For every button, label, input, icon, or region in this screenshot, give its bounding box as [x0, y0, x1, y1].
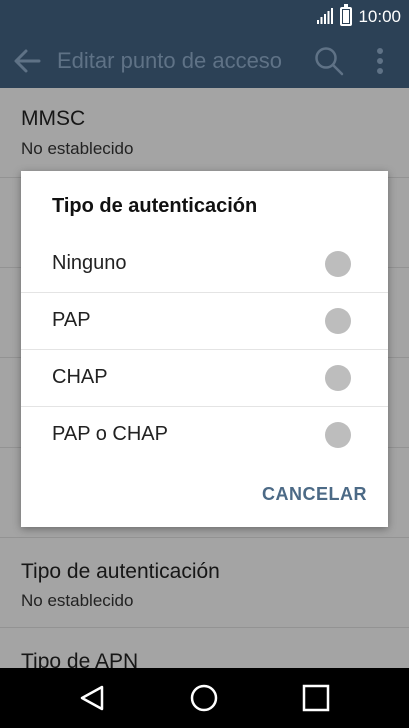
- option-chap[interactable]: CHAP: [21, 350, 388, 407]
- status-time: 10:00: [358, 7, 401, 26]
- home-circle-icon[interactable]: [188, 682, 220, 714]
- status-bar: 10:00: [0, 0, 409, 34]
- radio-button-icon[interactable]: [325, 422, 351, 448]
- auth-type-dialog: Tipo de autenticación Ninguno PAP CHAP P…: [21, 171, 388, 527]
- battery-icon: [340, 4, 352, 26]
- option-pap[interactable]: PAP: [21, 293, 388, 350]
- option-label: Ninguno: [52, 252, 127, 274]
- signal-icon: [317, 8, 333, 24]
- option-label: CHAP: [52, 366, 108, 388]
- option-label: PAP o CHAP: [52, 423, 168, 445]
- option-ninguno[interactable]: Ninguno: [21, 236, 388, 293]
- page-title: Editar punto de acceso: [57, 48, 283, 73]
- cancel-button[interactable]: CANCELAR: [231, 477, 377, 513]
- dialog-title: Tipo de autenticación: [52, 195, 258, 217]
- radio-button-icon[interactable]: [325, 365, 351, 391]
- navigation-bar: [0, 668, 409, 728]
- back-triangle-icon[interactable]: [77, 682, 109, 714]
- back-arrow-icon[interactable]: [12, 47, 42, 75]
- search-icon[interactable]: [312, 44, 346, 78]
- recents-square-icon[interactable]: [300, 682, 332, 714]
- option-label: PAP: [52, 309, 91, 331]
- radio-button-icon[interactable]: [325, 308, 351, 334]
- app-bar: Editar punto de acceso: [0, 34, 409, 88]
- option-pap-o-chap[interactable]: PAP o CHAP: [21, 407, 388, 464]
- radio-button-icon[interactable]: [325, 251, 351, 277]
- more-options-icon[interactable]: [366, 46, 394, 76]
